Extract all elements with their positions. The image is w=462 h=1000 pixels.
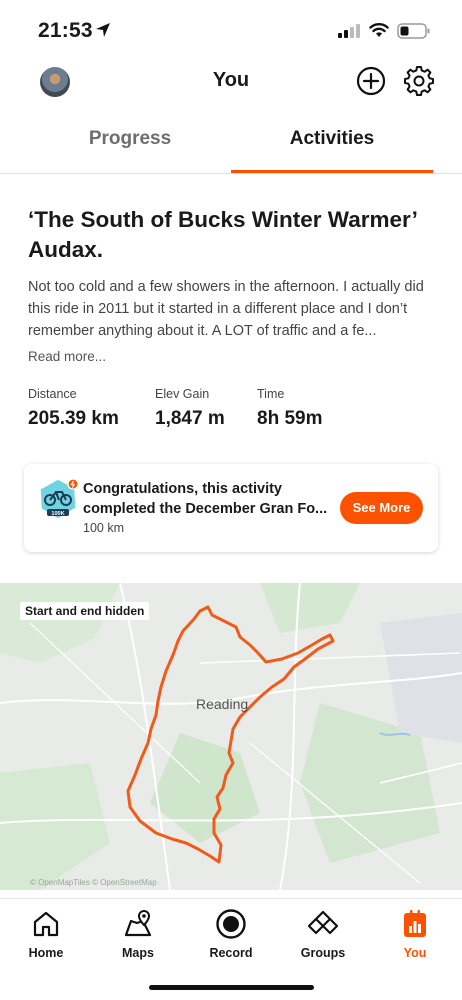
groups-icon <box>307 910 339 935</box>
stat-elevation-gain: Elev Gain 1,847 m <box>155 387 225 430</box>
stat-value: 8h 59m <box>257 408 323 429</box>
record-icon <box>216 909 246 939</box>
battery-icon <box>397 23 430 39</box>
stat-value: 205.39 km <box>28 408 119 429</box>
nav-groups-label: Groups <box>300 946 346 960</box>
nav-record-label: Record <box>209 946 253 960</box>
cellular-signal-icon <box>338 24 360 38</box>
challenge-message-line: completed the December Gran Fo... <box>83 500 328 517</box>
challenge-message-line: Congratulations, this activity <box>83 481 282 497</box>
challenge-message: Congratulations, this activity completed… <box>83 480 335 519</box>
maps-icon <box>124 909 152 937</box>
challenge-subtitle: 100 km <box>83 521 124 535</box>
badge-label: 100K <box>51 511 64 517</box>
stat-value: 1,847 m <box>155 408 225 429</box>
nav-you-label: You <box>403 946 427 960</box>
tab-progress[interactable]: Progress <box>29 118 231 174</box>
see-more-button[interactable]: See More <box>340 492 423 524</box>
location-arrow-icon <box>96 23 110 37</box>
tab-activities[interactable]: Activities <box>231 118 433 174</box>
map-attribution: © OpenMapTiles © OpenStreetMap <box>30 878 157 887</box>
nav-home-label: Home <box>28 946 64 960</box>
header: You <box>0 58 462 108</box>
route-map[interactable]: Start and end hidden Reading © OpenMapTi… <box>0 583 462 890</box>
challenge-card[interactable]: 100K Congratulations, this activity comp… <box>24 464 438 552</box>
stat-label: Elev Gain <box>155 387 210 401</box>
nav-you[interactable]: You <box>375 908 455 960</box>
map-place-label: Reading <box>196 696 249 712</box>
map-privacy-label: Start and end hidden <box>20 602 150 620</box>
nav-maps[interactable]: Maps <box>98 908 178 960</box>
nav-maps-label: Maps <box>122 946 154 960</box>
status-time: 21:53 <box>38 19 93 42</box>
read-more-link[interactable]: Read more... <box>28 349 106 364</box>
stat-label: Time <box>257 387 285 401</box>
you-icon <box>404 910 426 937</box>
activity-description: Not too cold and a few showers in the af… <box>28 276 432 340</box>
status-bar: 21:53 <box>0 0 462 58</box>
stat-time: Time 8h 59m <box>257 387 322 430</box>
wifi-icon <box>369 23 389 37</box>
gear-icon[interactable] <box>404 66 434 96</box>
nav-home[interactable]: Home <box>6 908 86 960</box>
stat-label: Distance <box>28 387 77 401</box>
challenge-badge-icon: 100K <box>39 478 79 520</box>
home-icon <box>33 911 59 937</box>
nav-groups[interactable]: Groups <box>283 908 363 960</box>
nav-record[interactable]: Record <box>191 908 271 960</box>
active-tab-indicator <box>231 170 433 173</box>
tab-bar: Progress Activities <box>0 118 462 174</box>
add-icon[interactable] <box>356 66 386 96</box>
activity-description-text: Not too cold and a few showers in the af… <box>28 279 424 339</box>
page-title: You <box>212 69 250 91</box>
home-indicator[interactable] <box>149 985 314 990</box>
activity-stats: Distance 205.39 km Elev Gain 1,847 m Tim… <box>28 387 438 437</box>
stat-distance: Distance 205.39 km <box>28 387 119 430</box>
map-background <box>0 583 462 890</box>
activity-title[interactable]: ‘The South of Bucks Winter Warmer’ Audax… <box>28 205 428 265</box>
